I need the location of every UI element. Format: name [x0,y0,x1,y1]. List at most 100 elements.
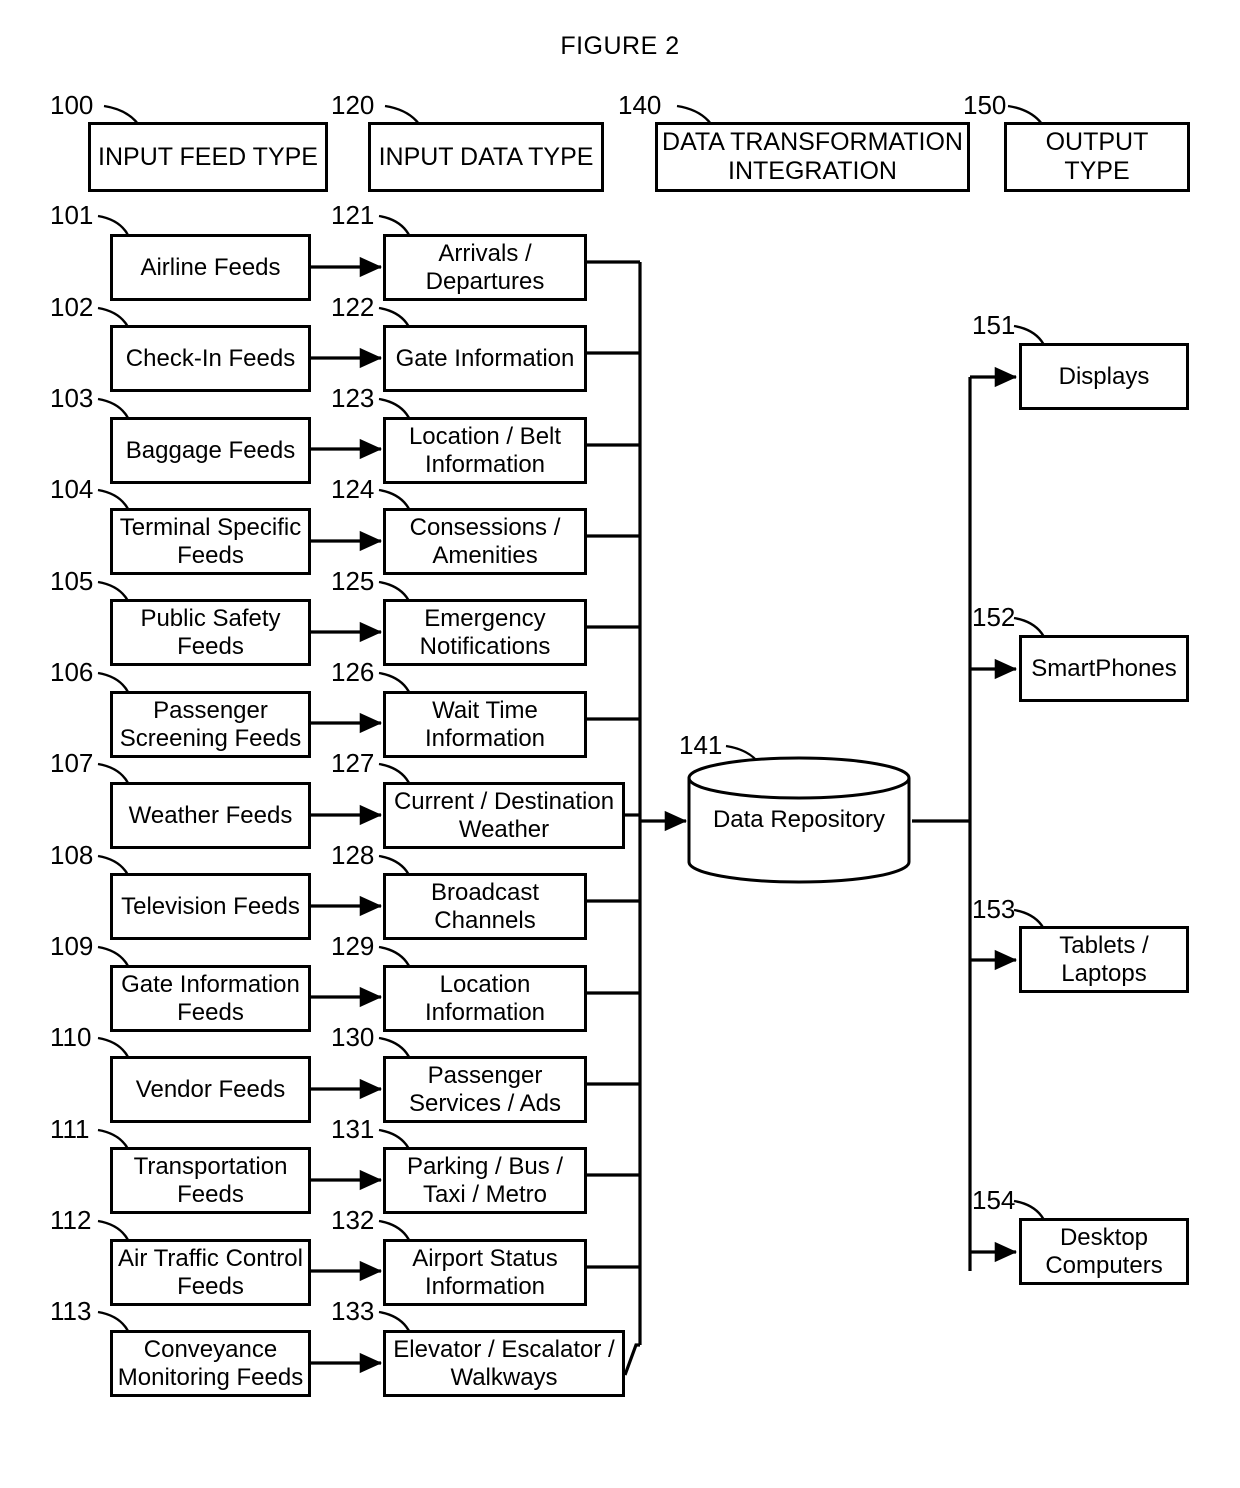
output-box-tablets-laptops: Tablets / Laptops [1019,926,1189,993]
input-feed-box-vendor: Vendor Feeds [110,1056,311,1123]
reference-numeral-113: 113 [50,1296,92,1326]
patent-figure: FIGURE 2 INPUT FEED TYPE 100 INPUT DATA … [0,0,1240,1488]
input-feed-label: Television Feeds [121,892,300,920]
input-feed-box-check-in: Check-In Feeds [110,325,311,392]
input-data-type-box-current-destination-weather: Current / Destination Weather [383,782,625,849]
reference-numeral-123: 123 [331,383,375,413]
input-feed-label: Airline Feeds [140,253,281,281]
output-box-desktop-computers: Desktop Computers [1019,1218,1189,1285]
reference-numeral-101: 101 [50,200,94,230]
reference-numeral-131: 131 [331,1114,375,1144]
output-label: Desktop Computers [1045,1223,1163,1279]
reference-numeral-104: 104 [50,474,94,504]
header-box-input-feed-type: INPUT FEED TYPE [88,122,328,192]
input-data-type-label: Elevator / Escalator / Walkways [393,1335,615,1391]
reference-numeral-152: 152 [972,602,1016,632]
reference-numeral-111: 111 [50,1114,90,1144]
reference-numeral-151: 151 [972,310,1016,340]
input-feed-box-weather: Weather Feeds [110,782,311,849]
input-feed-box-television: Television Feeds [110,873,311,940]
header-label: INPUT DATA TYPE [378,142,594,171]
reference-numeral-112: 112 [50,1205,92,1235]
output-label: Displays [1058,362,1150,390]
reference-numeral-125: 125 [331,566,375,596]
reference-numeral-102: 102 [50,292,94,322]
input-data-type-label: Consessions / Amenities [409,513,561,569]
input-feed-label: Terminal Specific Feeds [119,513,302,569]
reference-numeral-133: 133 [331,1296,375,1326]
input-data-type-label: Passenger Services / Ads [408,1061,562,1117]
input-feed-box-terminal-specific: Terminal Specific Feeds [110,508,311,575]
output-label: Tablets / Laptops [1059,931,1149,987]
input-data-type-label: Gate Information [395,344,575,372]
data-repository-label: Data Repository [712,806,886,833]
input-data-type-box-wait-time-information: Wait Time Information [383,691,587,758]
header-label: INPUT FEED TYPE [98,142,318,171]
reference-numeral-100: 100 [50,90,94,120]
reference-numeral-106: 106 [50,657,94,687]
input-data-type-label: Arrivals / Departures [425,239,545,295]
reference-numeral-132: 132 [331,1205,375,1235]
input-feed-box-airline: Airline Feeds [110,234,311,301]
header-label: OUTPUT TYPE [1045,128,1149,185]
input-feed-box-public-safety: Public Safety Feeds [110,599,311,666]
reference-numeral-141: 141 [679,730,723,760]
input-data-type-box-broadcast-channels: Broadcast Channels [383,873,587,940]
input-feed-label: Baggage Feeds [125,436,296,464]
reference-numeral-140: 140 [618,90,662,120]
reference-numeral-122: 122 [331,292,375,322]
header-box-output-type: OUTPUT TYPE [1004,122,1190,192]
input-data-type-label: Location Information [424,970,546,1026]
header-label: DATA TRANSFORMATION INTEGRATION [662,128,963,185]
input-feed-box-transportation: Transportation Feeds [110,1147,311,1214]
reference-numeral-154: 154 [972,1185,1016,1215]
reference-numeral-129: 129 [331,931,375,961]
header-box-input-data-type: INPUT DATA TYPE [368,122,604,192]
reference-numeral-103: 103 [50,383,94,413]
input-feed-label: Gate Information Feeds [121,970,300,1026]
reference-numeral-110: 110 [50,1022,92,1052]
input-data-type-box-parking-bus-taxi-metro: Parking / Bus / Taxi / Metro [383,1147,587,1214]
input-data-type-box-location-belt-information: Location / Belt Information [383,417,587,484]
input-feed-label: Vendor Feeds [135,1075,286,1103]
input-data-type-label: Broadcast Channels [430,878,540,934]
output-distribution-bus [912,366,1018,1271]
reference-numeral-128: 128 [331,840,375,870]
input-data-type-box-airport-status-information: Airport Status Information [383,1239,587,1306]
reference-numeral-120: 120 [331,90,375,120]
input-feed-box-conveyance-monitoring: Conveyance Monitoring Feeds [110,1330,311,1397]
reference-numeral-108: 108 [50,840,94,870]
data-repository-cylinder: Data Repository [686,756,912,884]
output-label: SmartPhones [1031,654,1177,682]
input-feed-label: Conveyance Monitoring Feeds [117,1335,304,1391]
output-box-smartphones: SmartPhones [1019,635,1189,702]
input-feed-box-gate-information: Gate Information Feeds [110,965,311,1032]
reference-numeral-121: 121 [331,200,375,230]
figure-title: FIGURE 2 [560,32,680,60]
input-data-type-box-location-information: Location Information [383,965,587,1032]
input-data-type-label: Airport Status Information [412,1244,558,1300]
input-data-type-box-passenger-services-ads: Passenger Services / Ads [383,1056,587,1123]
input-feed-label: Public Safety Feeds [140,604,281,660]
reference-numeral-126: 126 [331,657,375,687]
reference-numeral-127: 127 [331,748,375,778]
input-data-type-label: Current / Destination Weather [393,787,615,843]
input-feed-box-air-traffic-control: Air Traffic Control Feeds [110,1239,311,1306]
reference-numeral-153: 153 [972,894,1016,924]
input-data-type-label: Parking / Bus / Taxi / Metro [406,1152,564,1208]
input-data-type-box-elevator-escalator-walkways: Elevator / Escalator / Walkways [383,1330,625,1397]
input-feed-label: Weather Feeds [128,801,293,829]
input-feed-label: Air Traffic Control Feeds [118,1244,303,1300]
input-data-type-box-emergency-notifications: Emergency Notifications [383,599,587,666]
reference-numeral-105: 105 [50,566,94,596]
header-box-data-transformation-integration: DATA TRANSFORMATION INTEGRATION [655,122,970,192]
reference-numeral-107: 107 [50,748,94,778]
input-feed-label: Passenger Screening Feeds [119,696,302,752]
output-box-displays: Displays [1019,343,1189,410]
input-data-type-box-gate-information: Gate Information [383,325,587,392]
input-data-type-label: Wait Time Information [424,696,546,752]
input-feed-box-passenger-screening: Passenger Screening Feeds [110,691,311,758]
input-data-type-box-arrivals-departures: Arrivals / Departures [383,234,587,301]
reference-numeral-130: 130 [331,1022,375,1052]
input-feed-label: Check-In Feeds [125,344,296,372]
